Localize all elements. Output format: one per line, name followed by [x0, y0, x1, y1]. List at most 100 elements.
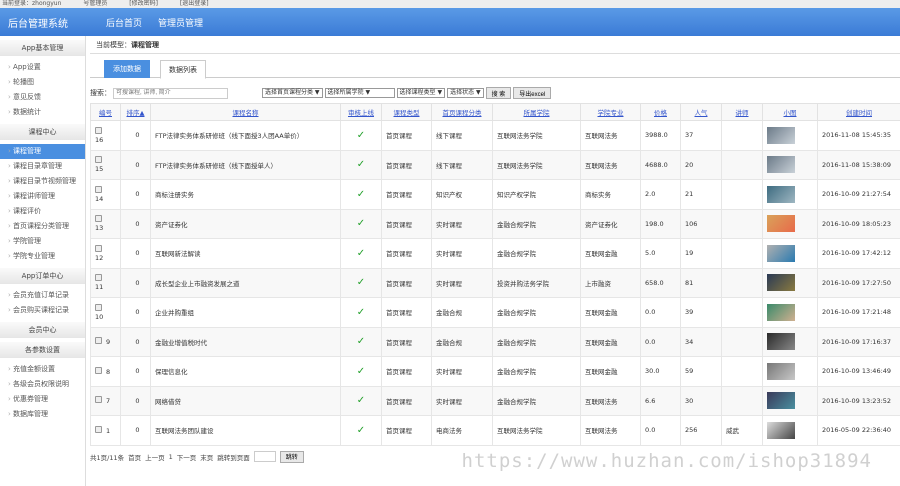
goto-button[interactable]: 跳转: [279, 450, 304, 463]
column-header[interactable]: 审核上线: [340, 103, 382, 121]
teacher-cell: [721, 297, 763, 328]
sidebar-item[interactable]: 课程评价: [0, 204, 85, 219]
sidebar-item[interactable]: 优惠券管理: [0, 392, 85, 407]
popularity-cell: 37: [680, 120, 722, 151]
thumbnail-cell: [762, 356, 818, 387]
column-header[interactable]: 编号: [90, 103, 121, 121]
row-checkbox[interactable]: [95, 396, 102, 404]
row-checkbox[interactable]: [95, 303, 102, 311]
last-page-link[interactable]: 末页: [200, 452, 213, 462]
column-header[interactable]: 课程类型: [381, 103, 432, 121]
sidebar-item[interactable]: 课程讲师管理: [0, 189, 85, 204]
sidebar-item[interactable]: 课程目录节视频管理: [0, 174, 85, 189]
sidebar-item[interactable]: 数据统计: [0, 105, 85, 120]
nav-home[interactable]: 后台首页: [106, 19, 142, 29]
watermark: https://www.huzhan.com/ishop31894: [461, 450, 872, 472]
sidebar-item[interactable]: App设置: [0, 60, 85, 75]
sidebar-item[interactable]: 数据库管理: [0, 407, 85, 422]
sidebar-group-header[interactable]: 各参数设置: [0, 342, 85, 358]
column-header[interactable]: 讲师: [721, 103, 763, 121]
change-password-link[interactable]: [修改密码]: [129, 0, 158, 7]
row-checkbox[interactable]: [95, 185, 102, 193]
sidebar-item[interactable]: 学院管理: [0, 234, 85, 249]
thumbnail-image[interactable]: [767, 274, 795, 292]
row-id: 16: [95, 135, 104, 144]
search-input[interactable]: [113, 87, 228, 99]
sidebar-item[interactable]: 会员购买课程记录: [0, 303, 85, 318]
prev-page-link[interactable]: 上一页: [145, 452, 165, 462]
row-checkbox[interactable]: [95, 425, 102, 433]
sidebar-item[interactable]: 意见反馈: [0, 90, 85, 105]
status-select[interactable]: 选择状态 ▼: [447, 88, 484, 98]
column-header[interactable]: 创建时间: [817, 103, 900, 121]
college-cell: 金融合规学院: [492, 208, 581, 239]
thumbnail-cell: [762, 208, 818, 239]
thumbnail-cell: [762, 326, 818, 357]
thumbnail-image[interactable]: [767, 362, 795, 380]
page-summary: 共1页/11条: [90, 453, 125, 462]
row-checkbox[interactable]: [95, 126, 102, 134]
search-button[interactable]: 搜 索: [485, 87, 512, 99]
table-row: 7 0 网络借贷 ✓ 首页课程 实时课程 金融合规学院 互联网法务 6.6 30 2016-10-0…: [90, 385, 900, 416]
logout-link[interactable]: [退出登录]: [180, 0, 209, 7]
tab-data-list[interactable]: 数据列表: [160, 60, 206, 79]
popularity-cell: 59: [680, 356, 722, 387]
thumbnail-image[interactable]: [767, 126, 795, 144]
column-header[interactable]: 排序▲: [120, 103, 151, 121]
sidebar-item[interactable]: 课程管理: [0, 144, 85, 159]
thumbnail-image[interactable]: [767, 392, 795, 410]
college-select[interactable]: 选择所属学院 ▼: [324, 88, 395, 98]
sidebar-group-header[interactable]: 会员中心: [0, 322, 85, 338]
export-excel-button[interactable]: 导出excel: [513, 87, 552, 99]
popularity-cell: 106: [680, 208, 722, 239]
teacher-cell: [721, 385, 763, 416]
sidebar-group-header[interactable]: 课程中心: [0, 124, 85, 140]
thumbnail-image[interactable]: [767, 244, 795, 262]
thumbnail-image[interactable]: [767, 185, 795, 203]
id-cell: 13: [90, 208, 121, 239]
sort-cell: 0: [120, 149, 151, 180]
column-header[interactable]: 学院专业: [580, 103, 641, 121]
column-header[interactable]: 课程名称: [150, 103, 341, 121]
thumbnail-image[interactable]: [767, 215, 795, 233]
next-page-link[interactable]: 下一页: [177, 452, 197, 462]
breadcrumb: 当前模型：课程管理: [90, 36, 900, 54]
type-select[interactable]: 选择课程类型 ▼: [396, 88, 446, 98]
row-checkbox[interactable]: [95, 156, 102, 164]
thumbnail-image[interactable]: [767, 156, 795, 174]
row-checkbox[interactable]: [95, 337, 102, 345]
thumbnail-image[interactable]: [767, 333, 795, 351]
sidebar-group-header[interactable]: App订单中心: [0, 268, 85, 284]
price-cell: 6.6: [640, 385, 681, 416]
created-time-cell: 2016-10-09 13:23:52: [817, 385, 900, 416]
thumbnail-image[interactable]: [767, 421, 795, 439]
thumbnail-image[interactable]: [767, 303, 795, 321]
page-1-link[interactable]: 1: [169, 453, 173, 461]
sidebar-item[interactable]: 课程目录章管理: [0, 159, 85, 174]
column-header[interactable]: 人气: [680, 103, 722, 121]
sidebar-item[interactable]: 会员充值订单记录: [0, 288, 85, 303]
row-id: 13: [95, 224, 104, 233]
category-select[interactable]: 选择首页课程分类 ▼: [262, 88, 323, 98]
tab-add-data[interactable]: 添加数据: [104, 60, 150, 78]
column-header[interactable]: 首页课程分类: [431, 103, 493, 121]
id-cell: 16: [90, 120, 121, 151]
sidebar-item[interactable]: 充值金额设置: [0, 362, 85, 377]
sidebar-item[interactable]: 轮播图: [0, 75, 85, 90]
nav-admin[interactable]: 管理员管理: [158, 19, 203, 29]
column-header[interactable]: 小图: [762, 103, 818, 121]
row-checkbox[interactable]: [95, 215, 102, 223]
sidebar-group-header[interactable]: App基本管理: [0, 40, 85, 56]
column-header[interactable]: 所属学院: [492, 103, 581, 121]
row-checkbox[interactable]: [95, 366, 102, 374]
first-page-link[interactable]: 首页: [128, 452, 141, 462]
row-checkbox[interactable]: [95, 244, 102, 252]
sidebar-item[interactable]: 首页课程分类管理: [0, 219, 85, 234]
goto-page-input[interactable]: [253, 451, 276, 462]
column-header[interactable]: 价格: [640, 103, 681, 121]
table-header-row: 编号 排序▲ 课程名称 审核上线 课程类型 首页课程分类 所属学院 学院专业 价格 人气 讲师 小图创…: [90, 103, 900, 121]
row-checkbox[interactable]: [95, 274, 102, 282]
home-category-cell: 首页课程: [381, 356, 432, 387]
sidebar-item[interactable]: 各级会员权限说明: [0, 377, 85, 392]
sidebar-item[interactable]: 学院专业管理: [0, 249, 85, 264]
